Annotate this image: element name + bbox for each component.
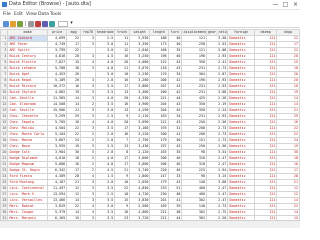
delete-icon[interactable] bbox=[35, 20, 41, 27]
menu-bar: File Edit View Data Tools bbox=[0, 10, 300, 19]
menu-data[interactable]: Data bbox=[38, 11, 49, 18]
data-grid: make price mpg rep78 headroom trunk weight leng… bbox=[0, 29, 300, 222]
grid-cell[interactable]: Linc. Versailles bbox=[7, 197, 48, 204]
snapshot-icon[interactable] bbox=[49, 20, 55, 27]
close-button[interactable]: × bbox=[291, 1, 300, 8]
menu-edit[interactable]: Edit bbox=[14, 11, 23, 18]
column-header[interactable]: gear_ratio bbox=[205, 29, 229, 36]
column-header[interactable]: headroom bbox=[94, 29, 116, 36]
toolbar: ▾ bbox=[0, 19, 300, 28]
variable-selector[interactable] bbox=[58, 20, 68, 27]
toolbar-separator bbox=[25, 21, 26, 26]
menu-view[interactable]: View bbox=[26, 11, 37, 18]
properties-icon[interactable] bbox=[42, 20, 48, 27]
menu-tools[interactable]: Tools bbox=[50, 11, 61, 18]
status-bar bbox=[0, 220, 300, 228]
app-icon bbox=[2, 2, 7, 7]
grid-cell[interactable]: Chev. Monte Carlo bbox=[7, 131, 48, 138]
open-icon[interactable] bbox=[10, 20, 16, 27]
column-header[interactable]: displacement bbox=[181, 29, 207, 36]
save-icon[interactable] bbox=[3, 20, 9, 27]
title-bar: Data Editor (Browse) - [auto.dta] — □ × bbox=[0, 0, 300, 10]
filter-icon[interactable] bbox=[28, 20, 34, 27]
minimize-button[interactable]: — bbox=[271, 1, 280, 8]
window-title: Data Editor (Browse) - [auto.dta] bbox=[9, 1, 91, 7]
grid-cell[interactable]: Linc. Continental bbox=[7, 185, 48, 192]
edit-mode-icon[interactable] bbox=[17, 20, 23, 27]
menu-file[interactable]: File bbox=[3, 11, 11, 18]
chevron-down-icon[interactable]: ▾ bbox=[69, 20, 74, 26]
maximize-button[interactable]: □ bbox=[281, 1, 290, 8]
